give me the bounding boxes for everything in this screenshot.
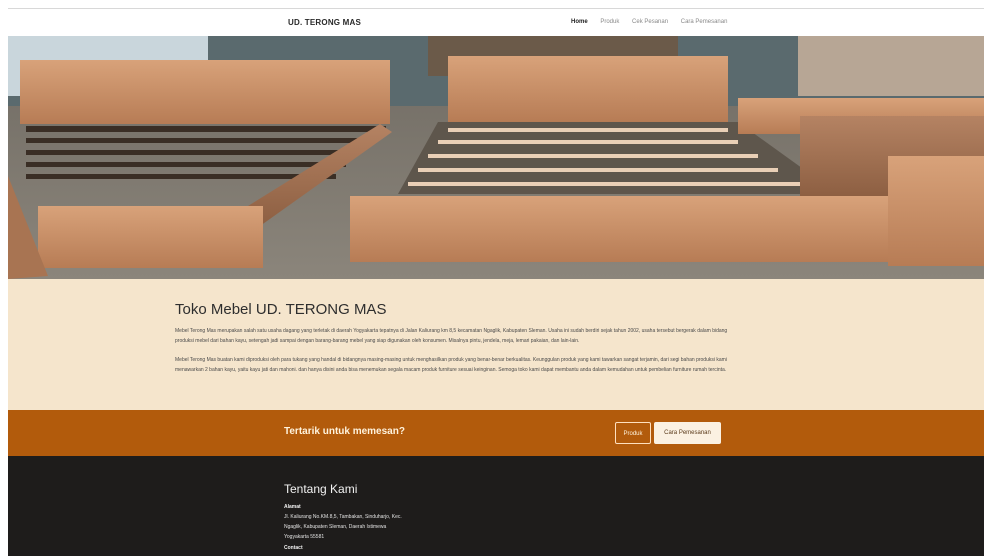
address-label: Alamat xyxy=(284,504,301,510)
hero-illustration xyxy=(8,36,984,279)
produk-button[interactable]: Produk xyxy=(615,422,651,444)
about-paragraph-1-line-1: Mebel Terong Mas merupakan salah satu us… xyxy=(175,328,728,334)
about-paragraph-2-line-1: Mebel Terong Mas buatan kami diproduksi … xyxy=(175,357,727,363)
footer-title: Tentang Kami xyxy=(284,482,358,496)
about-title: Toko Mebel UD. TERONG MAS xyxy=(175,301,387,318)
about-section: Toko Mebel UD. TERONG MAS Mebel Terong M… xyxy=(8,279,984,410)
brand-logo[interactable]: UD. TERONG MAS xyxy=(288,18,361,27)
address-line-2: Ngaglik, Kabupaten Sleman, Daerah Istime… xyxy=(284,524,387,530)
cta-banner: Tertarik untuk memesan? Produk Cara Peme… xyxy=(8,410,984,456)
cara-pemesanan-button[interactable]: Cara Pemesanan xyxy=(654,422,721,444)
about-paragraph-1-line-2: produksi mebel dari bahan kayu, setengah… xyxy=(175,338,580,344)
about-paragraph-2-line-2: menawarkan 2 bahan kayu, yaitu kayu jati… xyxy=(175,367,727,373)
nav-links: Home Produk Cek Pesanan Cara Pemesanan xyxy=(571,19,738,25)
hero-image xyxy=(8,36,984,279)
cta-text: Tertarik untuk memesan? xyxy=(284,426,405,437)
navbar: UD. TERONG MAS Home Produk Cek Pesanan C… xyxy=(8,8,984,37)
nav-link-home[interactable]: Home xyxy=(571,19,588,25)
nav-link-produk[interactable]: Produk xyxy=(600,19,619,25)
address-line-1: Jl. Kaliurang No.KM.8,5, Tambakan, Sindu… xyxy=(284,514,402,520)
nav-link-cara-pemesanan[interactable]: Cara Pemesanan xyxy=(681,19,728,25)
address-line-3: Yogyakarta 55581 xyxy=(284,534,325,540)
nav-link-cek-pesanan[interactable]: Cek Pesanan xyxy=(632,19,668,25)
contact-label: Contact xyxy=(284,545,303,551)
footer: Tentang Kami Alamat Jl. Kaliurang No.KM.… xyxy=(8,456,984,556)
